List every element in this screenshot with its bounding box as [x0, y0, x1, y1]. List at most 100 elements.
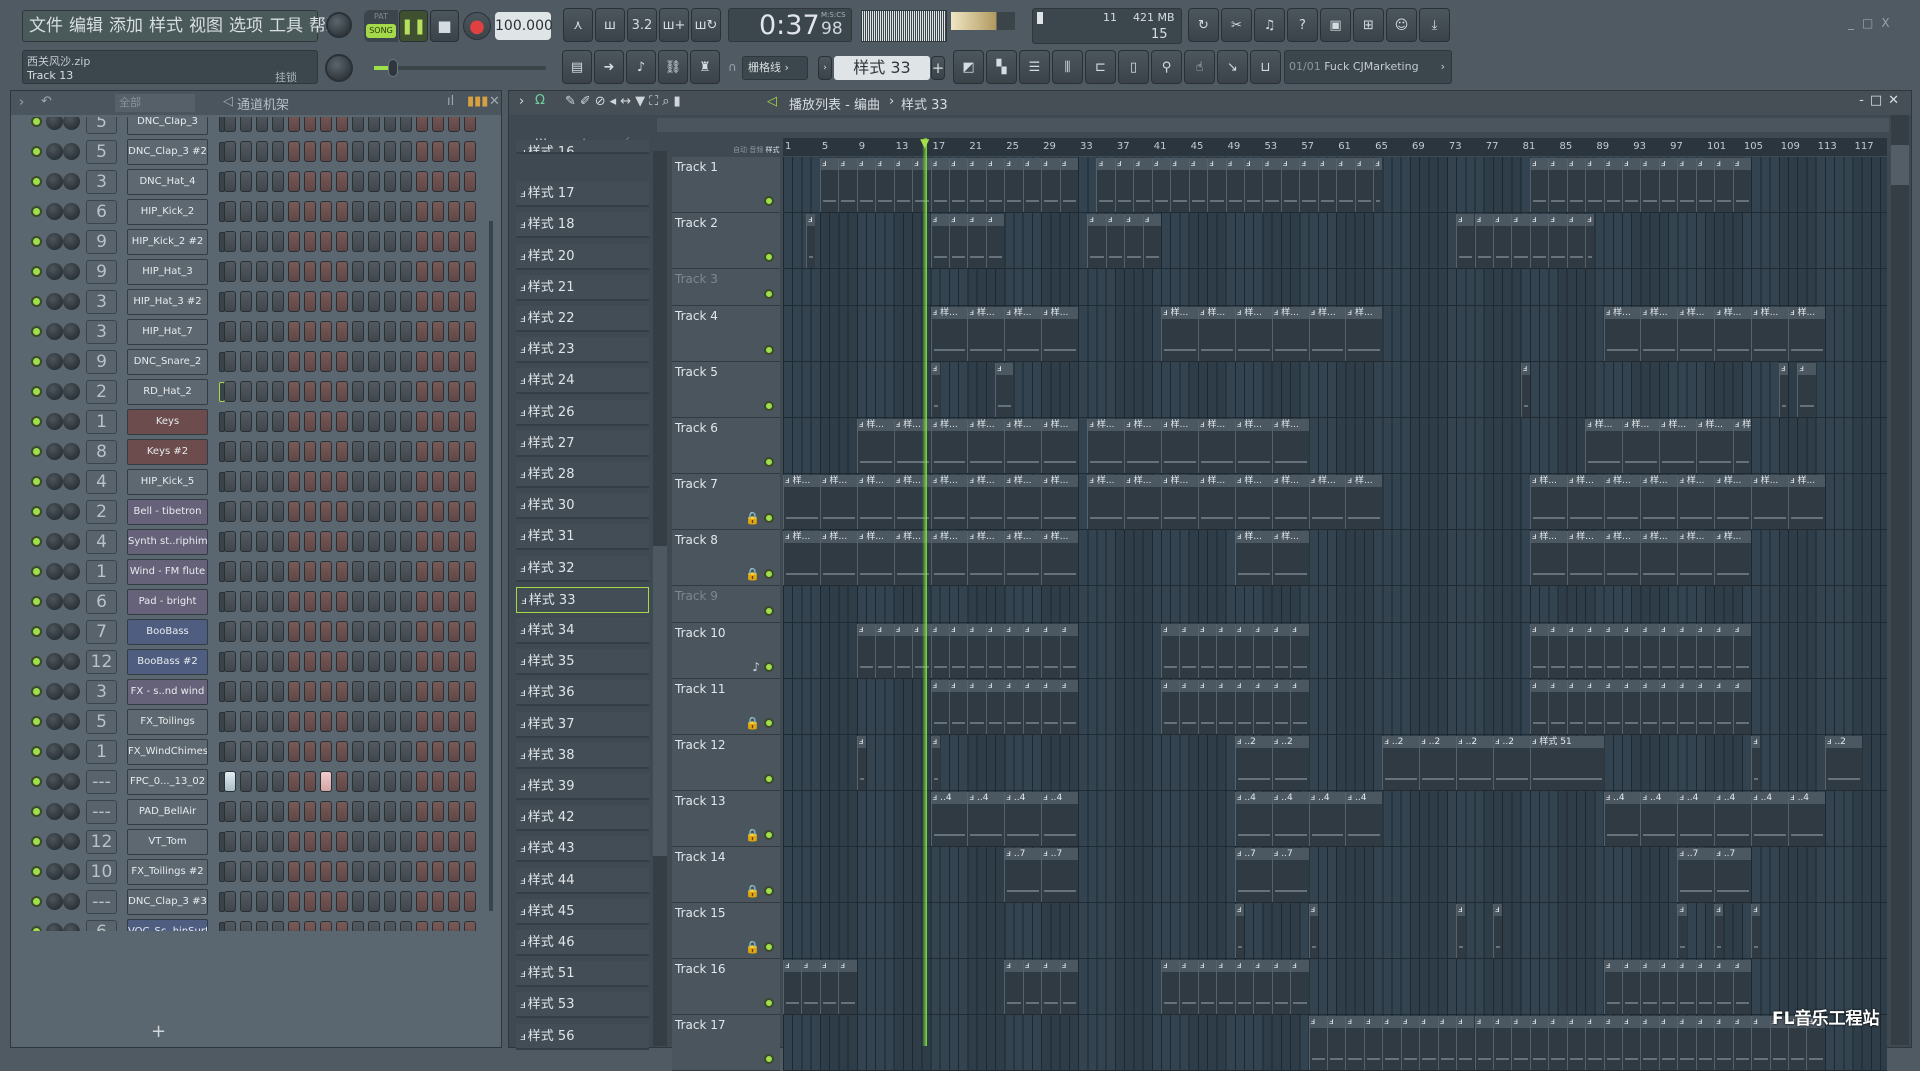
play-icon[interactable]: › — [519, 94, 524, 109]
step-button[interactable] — [272, 471, 284, 492]
pattern-clip[interactable]: ⅎ — [930, 736, 940, 790]
channel-mute-led[interactable] — [31, 806, 42, 817]
pattern-clip[interactable]: ⅎ — [1004, 158, 1023, 212]
pattern-clip[interactable]: ⅎ 样... — [1640, 531, 1678, 585]
pattern-clip[interactable]: ⅎ — [1732, 680, 1752, 734]
pattern-clip[interactable]: ⅎ — [1290, 960, 1309, 1014]
step-button[interactable] — [320, 801, 332, 822]
step-button[interactable] — [416, 741, 428, 762]
step-button[interactable] — [336, 471, 348, 492]
channel-mute-led[interactable] — [31, 896, 42, 907]
pattern-clip[interactable]: ⅎ — [1548, 624, 1567, 678]
step-button[interactable] — [448, 141, 460, 162]
step-button[interactable] — [272, 921, 284, 931]
step-button[interactable] — [272, 981, 284, 1002]
channel-volume-knob[interactable] — [46, 623, 63, 640]
pattern-clip[interactable]: ⅎ — [1059, 624, 1079, 678]
step-button[interactable] — [368, 501, 380, 522]
step-button[interactable] — [320, 411, 332, 432]
step-button[interactable] — [384, 351, 396, 372]
pattern-clip[interactable]: ⅎ — [1622, 158, 1641, 212]
track-mute-led[interactable] — [764, 662, 774, 672]
channel-row[interactable]: 2 RD_Hat_2 — [13, 378, 493, 406]
master-volume-knob[interactable] — [326, 12, 352, 38]
step-button[interactable] — [320, 141, 332, 162]
step-button[interactable] — [304, 531, 316, 552]
step-button[interactable] — [432, 351, 444, 372]
pattern-item[interactable]: ⅎ 样式 51 — [516, 961, 649, 988]
step-button[interactable] — [336, 651, 348, 672]
track-mute-led[interactable] — [764, 886, 774, 896]
pattern-clip[interactable]: ⅎ — [985, 158, 1005, 212]
step-button[interactable] — [272, 711, 284, 732]
step-button[interactable] — [320, 981, 332, 1002]
pattern-clip[interactable]: ⅎ — [967, 680, 986, 734]
pattern-clip[interactable]: ⅎ ..2 — [1824, 736, 1862, 790]
pattern-clip[interactable]: ⅎ — [1732, 158, 1752, 212]
pattern-clip[interactable]: ⅎ — [967, 214, 986, 268]
pattern-clip[interactable]: ⅎ — [1271, 624, 1291, 678]
pattern-clip[interactable]: ⅎ 样... — [1087, 475, 1125, 529]
track-mute-led[interactable] — [764, 457, 774, 467]
step-button[interactable] — [464, 171, 476, 192]
pattern-clip[interactable]: ⅎ 样... — [1787, 307, 1825, 361]
step-button[interactable] — [448, 231, 460, 252]
menu-item[interactable]: 编辑 — [69, 16, 103, 36]
step-button[interactable] — [224, 711, 236, 732]
step-button[interactable] — [336, 681, 348, 702]
step-button[interactable] — [448, 891, 460, 912]
news-panel[interactable]: 01/01 Fuck CJMarketing › — [1284, 50, 1452, 84]
channel-volume-knob[interactable] — [46, 203, 63, 220]
pattern-clip[interactable]: ⅎ — [1336, 158, 1355, 212]
channel-mute-led[interactable] — [31, 446, 42, 457]
track-mute-led[interactable] — [764, 196, 774, 206]
stop-button[interactable]: ■ — [430, 10, 459, 42]
pattern-clip[interactable]: ⅎ ..2 — [1419, 736, 1457, 790]
link-button[interactable]: ⛓ — [658, 50, 688, 84]
step-button[interactable] — [384, 201, 396, 222]
pattern-clip[interactable]: ⅎ — [1511, 1016, 1530, 1070]
track-lane[interactable]: ⅎⅎⅎⅎⅎⅎⅎⅎⅎⅎⅎⅎⅎⅎⅎⅎⅎ — [783, 213, 1887, 269]
channel-row[interactable]: 5 FX_Toilings — [13, 708, 493, 736]
step-button[interactable] — [368, 981, 380, 1002]
step-button[interactable] — [304, 711, 316, 732]
pattern-clip[interactable]: ⅎ — [801, 960, 820, 1014]
step-button[interactable] — [304, 321, 316, 342]
channel-name-button[interactable]: HIP_Hat_7 — [127, 319, 208, 345]
pattern-clip[interactable]: ⅎ — [1234, 624, 1254, 678]
step-button[interactable] — [336, 261, 348, 282]
channel-row[interactable]: 3 FX - s..nd wind — [13, 678, 493, 706]
step-button[interactable] — [384, 531, 396, 552]
step-button[interactable] — [464, 831, 476, 852]
step-button[interactable] — [288, 381, 300, 402]
track-header[interactable]: Track 10 ♪ — [672, 623, 780, 679]
pattern-item[interactable]: ⅎ 样式 34 — [516, 618, 649, 644]
pattern-clip[interactable]: ⅎ — [1234, 680, 1254, 734]
step-button[interactable] — [352, 771, 364, 792]
step-button[interactable] — [224, 411, 236, 432]
step-button[interactable] — [384, 771, 396, 792]
step-button[interactable] — [368, 411, 380, 432]
pattern-clip[interactable]: ⅎ 样... — [1751, 307, 1788, 361]
step-button[interactable] — [352, 201, 364, 222]
step-button[interactable] — [320, 171, 332, 192]
cut-button[interactable]: ✂ — [1221, 8, 1252, 42]
step-button[interactable] — [304, 771, 316, 792]
step-button[interactable] — [464, 321, 476, 342]
window-controls[interactable]: _□X — [1848, 16, 1898, 30]
snap-selector[interactable]: 栅格线 › — [742, 56, 808, 80]
step-button[interactable] — [320, 351, 332, 372]
pattern-clip[interactable]: ⅎ 样... — [1640, 475, 1678, 529]
pattern-clip[interactable]: ⅎ — [1677, 624, 1696, 678]
pattern-item[interactable]: ⅎ 样式 18 — [516, 212, 649, 239]
pattern-clip[interactable]: ⅎ — [1004, 624, 1023, 678]
step-button[interactable] — [448, 621, 460, 642]
pattern-clip[interactable]: ⅎ — [1456, 214, 1475, 268]
step-button[interactable] — [224, 831, 236, 852]
channel-row[interactable]: 1 Wind - FM flute — [13, 558, 493, 586]
pattern-clip[interactable]: ⅎ — [1179, 960, 1198, 1014]
channel-pan-knob[interactable] — [63, 593, 80, 610]
step-button[interactable] — [336, 951, 348, 972]
channel-pan-knob[interactable] — [63, 953, 80, 970]
channel-row[interactable]: --- PAD_BellAir — [13, 798, 493, 826]
